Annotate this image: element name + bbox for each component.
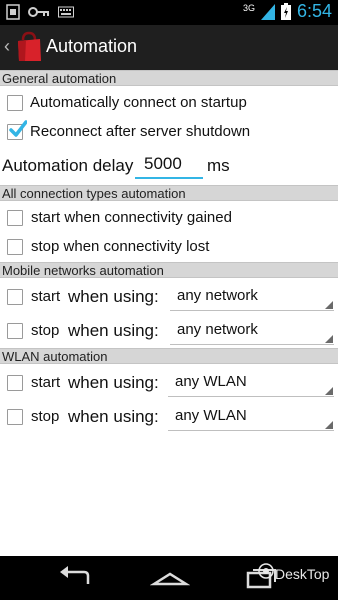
connectivity-start-row[interactable]: start when connectivity gained	[0, 203, 338, 233]
auto-connect-label: Automatically connect on startup	[30, 94, 247, 111]
android-debug-icon	[6, 4, 20, 20]
section-title: All connection types automation	[2, 186, 186, 201]
spinner-value: any WLAN	[175, 407, 247, 424]
wlan-stop-row: stop when using: any WLAN	[0, 402, 338, 432]
connectivity-stop-row[interactable]: stop when connectivity lost	[0, 232, 338, 262]
mobile-start-spinner[interactable]: any network	[170, 284, 334, 311]
battery-icon	[280, 3, 291, 20]
wlan-stop-when-label: when using:	[68, 407, 159, 426]
dropdown-arrow-icon	[325, 387, 333, 395]
reconnect-row[interactable]: Reconnect after server shutdown	[0, 117, 338, 147]
delay-unit: ms	[207, 156, 230, 175]
connectivity-start-checkbox[interactable]	[7, 210, 23, 226]
delay-label: Automation delay	[2, 156, 134, 175]
watermark-logo-icon	[258, 563, 274, 579]
spinner-value: any WLAN	[175, 373, 247, 390]
wlan-stop-label: stop	[31, 408, 60, 425]
mobile-stop-checkbox[interactable]	[7, 323, 23, 339]
home-icon[interactable]	[150, 564, 190, 592]
status-bar: 3G 6:54	[0, 0, 338, 25]
wlan-start-checkbox[interactable]	[7, 375, 23, 391]
mobile-start-row: start when using: any network	[0, 282, 338, 312]
settings-content: General automation Automatically connect…	[0, 70, 338, 556]
mobile-stop-row: stop when using: any network	[0, 316, 338, 346]
action-bar: ‹ Automation	[0, 25, 338, 70]
mobile-start-when-label: when using:	[68, 287, 159, 306]
connectivity-stop-checkbox[interactable]	[7, 239, 23, 255]
dropdown-arrow-icon	[325, 301, 333, 309]
section-header-all-connection: All connection types automation	[0, 185, 338, 201]
wlan-start-row: start when using: any WLAN	[0, 368, 338, 398]
spinner-value: any network	[177, 287, 258, 304]
wlan-stop-spinner[interactable]: any WLAN	[168, 404, 334, 431]
mobile-stop-when-label: when using:	[68, 321, 159, 340]
signal-icon	[260, 3, 275, 20]
mobile-start-checkbox[interactable]	[7, 289, 23, 305]
section-header-wlan: WLAN automation	[0, 348, 338, 364]
section-title: WLAN automation	[2, 349, 108, 364]
mobile-start-label: start	[31, 288, 61, 305]
mobile-stop-spinner[interactable]: any network	[170, 318, 334, 345]
section-header-general: General automation	[0, 70, 338, 86]
reconnect-checkbox[interactable]	[7, 120, 27, 140]
delay-value: 5000	[144, 154, 182, 173]
section-header-mobile: Mobile networks automation	[0, 262, 338, 278]
section-title: Mobile networks automation	[2, 263, 164, 278]
keyboard-icon	[58, 6, 74, 18]
connectivity-stop-label: stop when connectivity lost	[31, 238, 210, 255]
reconnect-label: Reconnect after server shutdown	[30, 123, 251, 140]
connectivity-start-label: start when connectivity gained	[31, 209, 232, 226]
watermark-text: DeskTop	[275, 566, 330, 582]
dropdown-arrow-icon	[325, 421, 333, 429]
section-title: General automation	[2, 71, 117, 86]
network-type: 3G	[242, 2, 255, 13]
checkmark-icon	[9, 120, 27, 137]
wlan-start-when-label: when using:	[68, 373, 159, 392]
wlan-stop-checkbox[interactable]	[7, 409, 23, 425]
page-title: Automation	[46, 36, 138, 56]
clock: 6:54	[296, 1, 332, 21]
key-icon	[28, 7, 49, 17]
wlan-start-label: start	[31, 374, 61, 391]
delay-input[interactable]: 5000	[135, 151, 203, 179]
app-bag-icon[interactable]	[14, 31, 44, 63]
auto-connect-row[interactable]: Automatically connect on startup	[0, 88, 338, 118]
auto-connect-checkbox[interactable]	[7, 95, 23, 111]
back-icon[interactable]	[56, 564, 96, 592]
mobile-stop-label: stop	[31, 322, 60, 339]
chevron-left-icon[interactable]: ‹	[4, 36, 10, 57]
wlan-start-spinner[interactable]: any WLAN	[168, 370, 334, 397]
spinner-value: any network	[177, 321, 258, 338]
dropdown-arrow-icon	[325, 335, 333, 343]
